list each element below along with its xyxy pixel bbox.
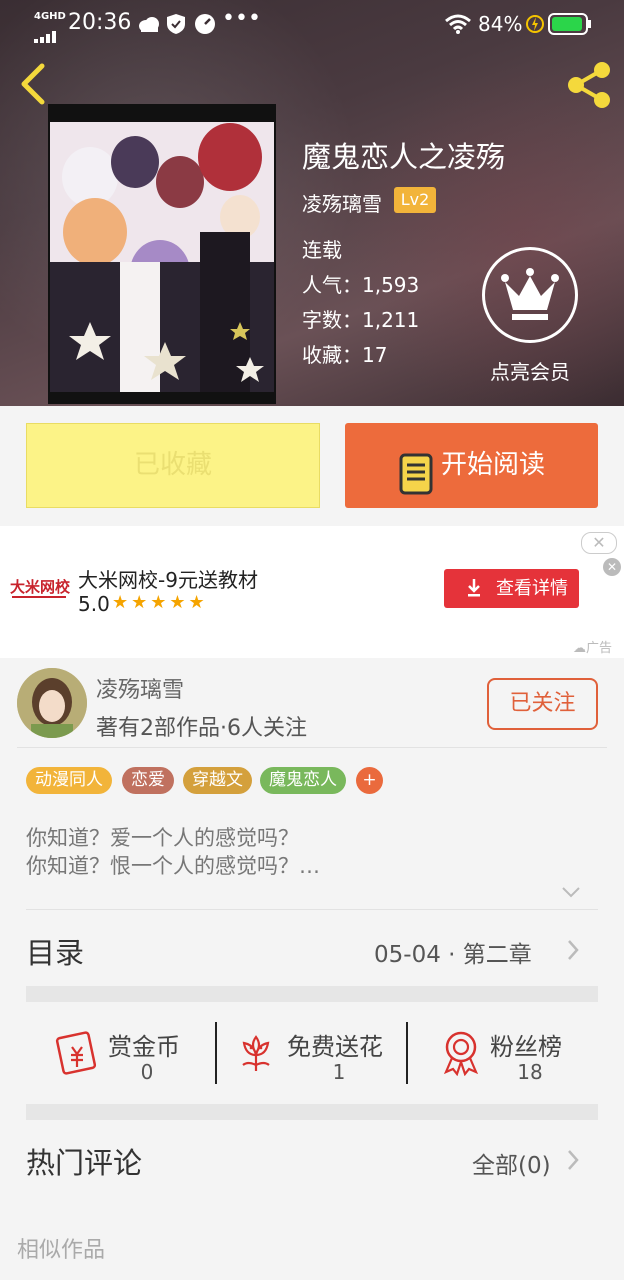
back-button[interactable] [14,60,50,112]
speedometer-icon [194,13,216,40]
ad-logo-underline [12,596,66,598]
network-indicator: 4GHD [34,11,66,22]
author-level-badge: Lv2 [394,187,436,213]
book-favorites: 收藏：17 [302,343,388,367]
book-title: 魔鬼恋人之凌殇 [302,140,506,174]
share-icon [568,62,610,108]
author-name[interactable]: 凌殇璃雪 [96,672,184,704]
rating-stars-icon: ★★★★★ [112,592,208,613]
section-separator [26,986,598,1002]
wifi-icon [444,13,472,40]
vip-label: 点亮会员 [490,360,570,384]
catalog-chevron-icon[interactable] [565,938,581,966]
ad-banner[interactable]: 大米网校 大米网校-9元送教材 5.0 ★★★★★ 查看详情 ✕ ✕ ☁广告 [0,526,624,658]
book-status: 连载 [302,238,342,262]
synopsis-divider [26,909,598,910]
ad-tag: ☁广告 [573,637,612,656]
medal-icon[interactable] [440,1030,482,1080]
author-avatar[interactable] [17,668,87,738]
similar-works-label: 相似作品 [17,1238,106,1263]
book-header: 4GHD 20:36 ••• 84% 魔鬼恋人之凌殇 凌殇璃雪 Lv2 连载 人… [0,0,624,406]
fans-label[interactable]: 粉丝榜 [490,1027,562,1062]
vip-button[interactable] [482,247,578,343]
shield-icon [166,13,186,40]
all-comments-link[interactable]: 全部(0) [472,1146,551,1180]
book-author[interactable]: 凌殇璃雪 [302,188,382,217]
share-button[interactable] [564,60,614,114]
stats-divider [406,1022,408,1084]
comments-chevron-icon[interactable] [565,1148,581,1176]
reward-value: 0 [140,1060,154,1084]
catalog-latest[interactable]: 05-04 · 第二章 [374,935,532,969]
ad-title: 大米网校-9元送教材 [78,568,258,592]
hot-comments-label: 热门评论 [26,1146,143,1180]
reward-label[interactable]: 赏金币 [108,1027,180,1062]
ad-cta-label: 查看详情 [496,578,568,599]
book-cover[interactable] [48,104,276,404]
synopsis-line-1: 你知道？爱一个人的感觉吗？ [26,826,299,850]
ad-rating: 5.0 [78,592,110,616]
catalog-label[interactable]: 目录 [26,930,84,972]
flower-value: 1 [332,1060,346,1084]
stats-divider [215,1022,217,1084]
signal-icon [34,24,62,48]
ad-logo: 大米网校 [10,578,71,596]
tag-item[interactable]: 魔鬼恋人 [260,767,346,794]
charging-icon [526,14,544,39]
ad-cta-button[interactable]: 查看详情 [444,569,579,608]
status-bar: 4GHD 20:36 ••• 84% [0,0,624,48]
clock: 20:36 [68,10,132,35]
start-reading-button[interactable]: 开始阅读 [345,423,598,508]
section-separator [26,1104,598,1120]
cover-illustration [50,122,274,392]
crown-icon [501,268,559,320]
book-popularity: 人气：1,593 [302,273,420,297]
tag-item[interactable]: 动漫同人 [26,767,112,794]
battery-percent: 84% [478,12,523,36]
flower-label[interactable]: 免费送花 [287,1027,383,1062]
fans-value: 18 [517,1060,543,1084]
tag-item[interactable]: 穿越文 [183,767,252,794]
tag-item[interactable]: 恋爱 [122,767,174,794]
cloud-icon [138,14,160,38]
collected-button[interactable]: 已收藏 [26,423,320,508]
synopsis-line-2: 你知道？恨一个人的感觉吗？… [26,854,320,878]
book-word-count: 字数：1,211 [302,308,420,332]
ad-tag-label: 广告 [586,641,613,656]
expand-chevron-icon[interactable] [560,884,582,904]
author-info: 著有2部作品·6人关注 [96,716,307,741]
follow-button[interactable]: 已关注 [487,678,598,730]
cloud-small-icon: ☁ [573,641,586,656]
battery-icon [548,13,592,40]
author-divider [17,747,607,748]
more-icon: ••• [222,6,261,31]
ad-close-icon[interactable]: ✕ [603,558,621,576]
ad-dismiss-icon[interactable]: ✕ [581,532,617,554]
red-envelope-icon[interactable] [54,1029,100,1079]
flower-icon[interactable] [235,1031,277,1079]
add-tag-button[interactable]: + [356,767,383,794]
download-icon [466,569,482,622]
book-icon [399,445,433,530]
start-reading-label: 开始阅读 [441,450,546,480]
